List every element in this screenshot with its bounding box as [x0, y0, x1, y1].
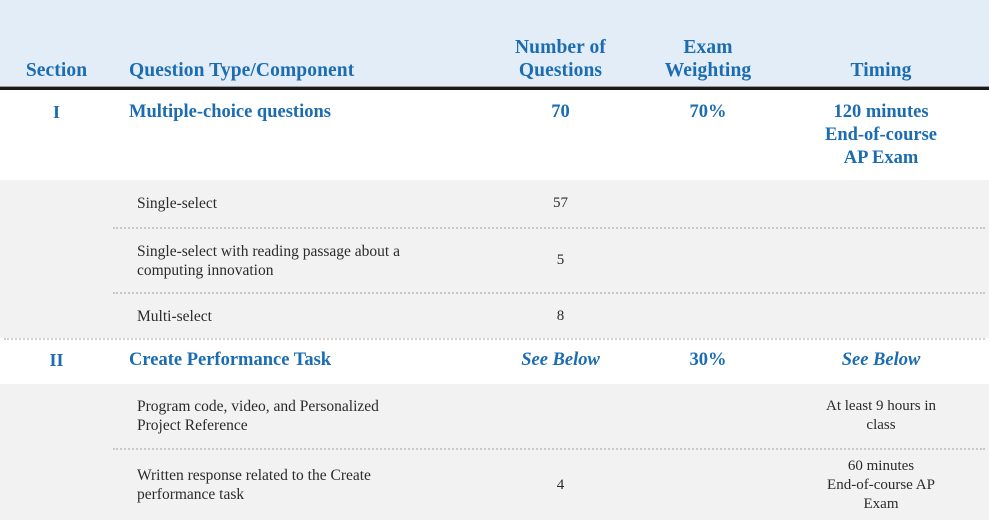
section-2-number: II: [49, 350, 64, 370]
column-header-timing: Timing: [850, 60, 912, 81]
table-row-section-1: I Multiple-choice questions 70 70% 120 m…: [0, 90, 989, 170]
section-1-exam-weighting: 70%: [689, 102, 727, 122]
column-header-number-of-questions: Number of Questions: [488, 36, 633, 82]
program-code-question-type: Program code, video, and Personalized Pr…: [113, 397, 488, 435]
divider-after-single-select-reading: [0, 292, 989, 294]
section-2-timing: See Below: [841, 350, 921, 370]
single-select-number-of-questions: 57: [553, 195, 568, 211]
table-row-section-2: II Create Performance Task See Below 30%…: [0, 340, 989, 381]
table-bottom-spacer: [0, 520, 989, 524]
written-response-question-type-line1: Written response related to the Create: [137, 467, 371, 484]
section-1-timing: 120 minutes End-of-course AP Exam: [783, 101, 989, 170]
written-response-timing: 60 minutes End-of-course AP Exam: [783, 457, 989, 514]
section-2-number-of-questions: See Below: [521, 350, 600, 370]
column-header-number-of-questions-line1: Number of: [515, 37, 606, 58]
section-1-number: I: [52, 102, 60, 122]
table-row-single-select: Single-select 57: [0, 180, 989, 227]
section-2-exam-weighting: 30%: [689, 350, 727, 370]
section-2-question-type: Create Performance Task: [129, 350, 332, 370]
table-row-multi-select: Multi-select 8: [0, 294, 989, 338]
exam-structure-table: Section Question Type/Component Number o…: [0, 0, 989, 524]
program-code-timing-line2: class: [866, 417, 896, 433]
column-header-question-type: Question Type/Component: [129, 60, 355, 81]
single-select-reading-question-type-line1: Single-select with reading passage about…: [137, 242, 400, 260]
written-response-timing-line1: 60 minutes: [847, 457, 915, 474]
column-header-exam-weighting: Exam Weighting: [633, 36, 783, 82]
program-code-timing-line1: At least 9 hours in: [826, 398, 936, 414]
multi-select-question-type: Multi-select: [137, 307, 212, 325]
written-response-question-type: Written response related to the Create p…: [113, 466, 488, 504]
written-response-timing-line2: End-of-course AP: [827, 476, 935, 493]
column-header-exam-weighting-line1: Exam: [683, 37, 733, 58]
divider-after-single-select: [0, 227, 989, 229]
divider-before-section-2: [0, 338, 989, 340]
table-row-written-response: Written response related to the Create p…: [0, 450, 989, 520]
column-header-section: Section: [25, 60, 88, 81]
program-code-question-type-line1: Program code, video, and Personalized: [137, 398, 379, 415]
multi-select-number-of-questions: 8: [556, 307, 565, 324]
section-1-question-type: Multiple-choice questions: [129, 102, 331, 122]
program-code-timing: At least 9 hours in class: [783, 397, 989, 435]
column-header-number-of-questions-line2: Questions: [518, 60, 603, 81]
table-header-row: Section Question Type/Component Number o…: [0, 0, 989, 86]
section-1-timing-line1: 120 minutes: [833, 102, 929, 122]
single-select-reading-question-type: Single-select with reading passage about…: [113, 242, 488, 280]
divider-after-program-code: [0, 448, 989, 450]
written-response-number-of-questions: 4: [556, 476, 565, 493]
section-1-timing-line3: AP Exam: [843, 148, 919, 168]
written-response-question-type-line2: performance task: [137, 486, 245, 503]
single-select-reading-number-of-questions: 5: [556, 252, 565, 268]
written-response-timing-line3: Exam: [863, 495, 899, 512]
section-1-number-of-questions: 70: [551, 102, 570, 122]
program-code-question-type-line2: Project Reference: [137, 417, 248, 434]
spacer-after-section-1: [0, 170, 989, 180]
single-select-reading-question-type-line2: computing innovation: [137, 261, 274, 279]
table-row-single-select-reading-passage: Single-select with reading passage about…: [0, 229, 989, 292]
single-select-question-type: Single-select: [137, 195, 218, 212]
column-header-exam-weighting-line2: Weighting: [664, 60, 752, 81]
table-row-program-code: Program code, video, and Personalized Pr…: [0, 384, 989, 448]
section-1-timing-line2: End-of-course: [824, 125, 938, 145]
